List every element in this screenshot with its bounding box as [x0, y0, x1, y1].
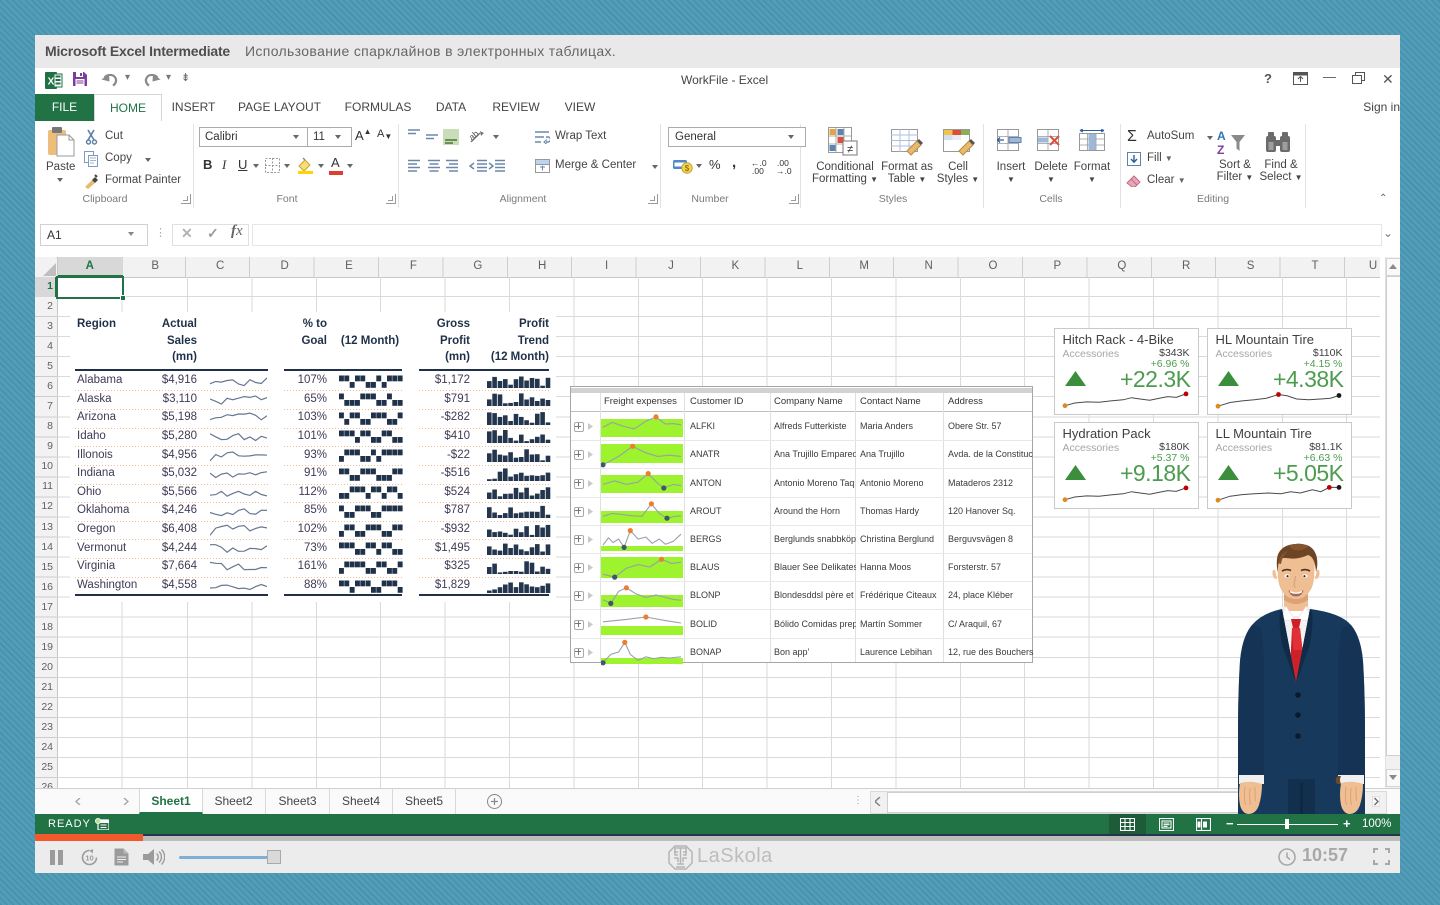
svg-text:→.0: →.0	[776, 166, 792, 175]
svg-text:10: 10	[85, 854, 93, 863]
svg-text:X: X	[48, 77, 55, 88]
svg-text:.00: .00	[752, 166, 764, 175]
svg-text:$: $	[685, 164, 690, 173]
svg-text:A: A	[1217, 129, 1226, 143]
svg-text:ab: ab	[469, 129, 481, 143]
svg-text:Z: Z	[1217, 143, 1224, 157]
svg-text:≠: ≠	[847, 144, 853, 156]
